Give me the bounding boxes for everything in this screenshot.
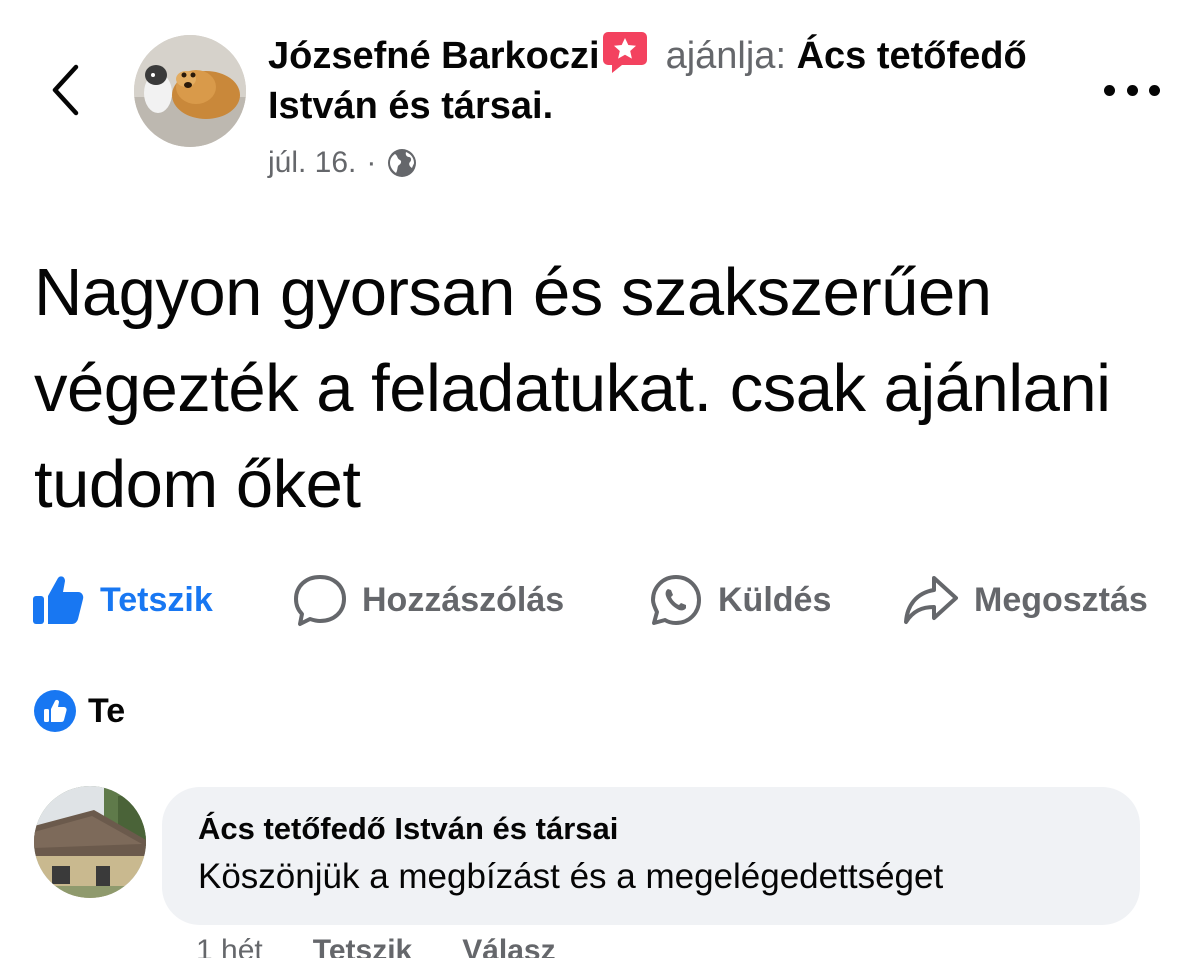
comment-time: 1 hét — [196, 934, 263, 958]
post-date[interactable]: júl. 16. — [268, 146, 356, 180]
more-horizontal-icon — [1104, 84, 1115, 96]
comment-like-button[interactable]: Tetszik — [313, 934, 412, 958]
recommend-verb: ajánlja: — [665, 35, 786, 77]
author-avatar[interactable] — [134, 35, 246, 147]
reaction-names: Te — [88, 691, 126, 730]
like-reaction-icon — [34, 690, 76, 732]
send-button[interactable]: Küldés — [648, 568, 831, 632]
comment-author[interactable]: Ács tetőfedő István és társai — [198, 809, 1104, 849]
share-label: Megosztás — [974, 580, 1148, 619]
more-options-button[interactable] — [1104, 76, 1160, 104]
share-button[interactable]: Megosztás — [902, 568, 1148, 632]
globe-icon — [388, 149, 417, 177]
comment-text: Köszönjük a megbízást és a megelégedetts… — [198, 857, 944, 896]
like-label: Tetszik — [100, 580, 213, 619]
comment-button[interactable]: Hozzászólás — [292, 568, 564, 632]
post-header: Józsefné Barkoczi ajánlja: Ács tetőfedő I… — [268, 30, 1068, 131]
roof-photo — [34, 786, 146, 898]
chevron-left-icon — [52, 64, 79, 116]
commenter-avatar[interactable] — [34, 786, 146, 898]
recommend-star-icon — [602, 30, 648, 74]
comment-bubble-icon — [294, 575, 346, 626]
post-text: Nagyon gyorsan és szakszerűen végezték a… — [34, 255, 1111, 522]
post-meta: júl. 16. · — [268, 143, 418, 183]
dog-photo — [134, 35, 246, 147]
more-dot — [1126, 84, 1138, 96]
comment-meta: 1 hét Tetszik Válasz — [196, 934, 556, 958]
like-button[interactable]: Tetszik — [30, 568, 213, 632]
post-detail-page: Józsefné Barkoczi ajánlja: Ács tetőfedő I… — [0, 0, 1200, 958]
comment-reply-button[interactable]: Válasz — [462, 934, 555, 958]
more-dot — [1149, 84, 1160, 96]
meta-separator: · — [366, 146, 377, 179]
comment-bubble[interactable]: Ács tetőfedő István és társai Köszönjük … — [162, 787, 1140, 925]
comment-label: Hozzászólás — [362, 580, 565, 619]
whatsapp-icon — [651, 575, 701, 625]
reactions-summary[interactable]: Te — [34, 686, 125, 736]
share-arrow-icon — [904, 576, 958, 624]
author-name[interactable]: Józsefné Barkoczi — [268, 35, 600, 77]
send-label: Küldés — [718, 580, 832, 619]
thumbs-up-icon — [33, 576, 84, 624]
post-action-bar: Tetszik Hozzászólás Küldés Megosztás — [30, 568, 1180, 632]
back-button[interactable] — [40, 60, 90, 120]
